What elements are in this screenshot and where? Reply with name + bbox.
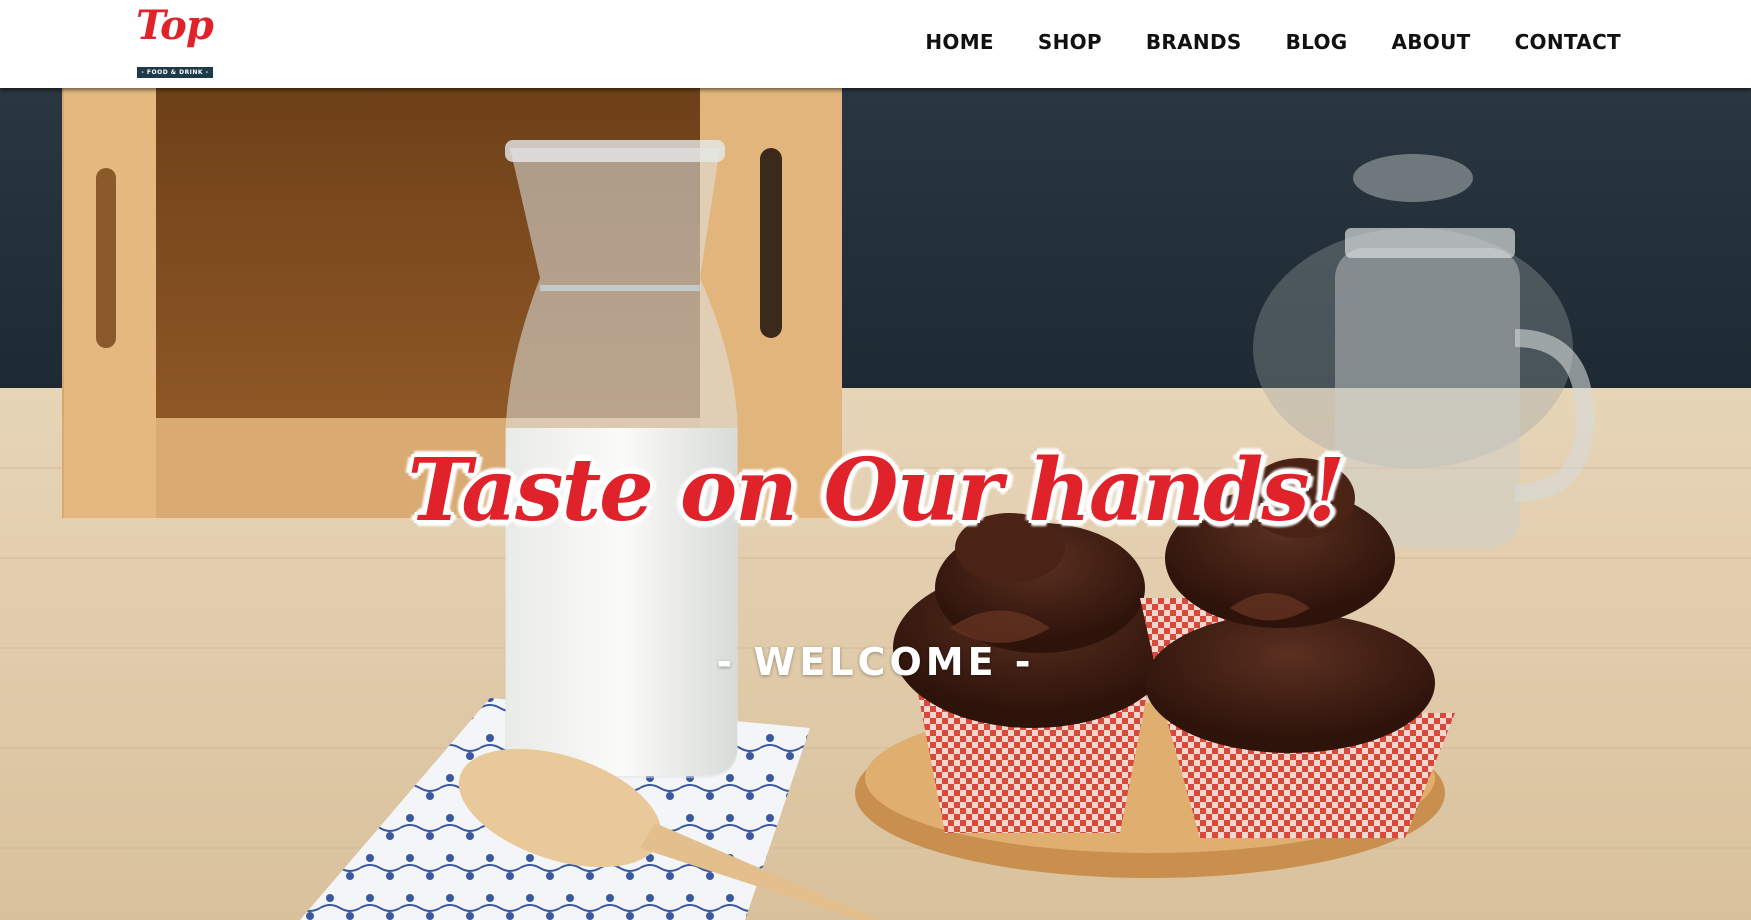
hero-headline-text: Taste on Our hands!: [407, 440, 1346, 541]
nav-home[interactable]: HOME: [925, 30, 994, 54]
nav-brands[interactable]: BRANDS: [1146, 30, 1242, 54]
logo-script: Top: [136, 2, 214, 49]
site-header: Top - FOOD & DRINK - HOME SHOP BRANDS BL…: [0, 0, 1751, 88]
nav-contact[interactable]: CONTACT: [1515, 30, 1621, 54]
brand-logo[interactable]: Top - FOOD & DRINK -: [134, 2, 216, 80]
nav-about[interactable]: ABOUT: [1391, 30, 1470, 54]
hero-headline: Taste on Our hands!: [0, 440, 1751, 541]
hero-subheading: - WELCOME -: [716, 640, 1035, 684]
nav-shop[interactable]: SHOP: [1038, 30, 1102, 54]
logo-tagline: - FOOD & DRINK -: [137, 67, 213, 78]
main-nav: HOME SHOP BRANDS BLOG ABOUT CONTACT: [925, 30, 1621, 54]
hero-banner: Taste on Our hands! - WELCOME -: [0, 88, 1751, 920]
nav-blog[interactable]: BLOG: [1286, 30, 1348, 54]
